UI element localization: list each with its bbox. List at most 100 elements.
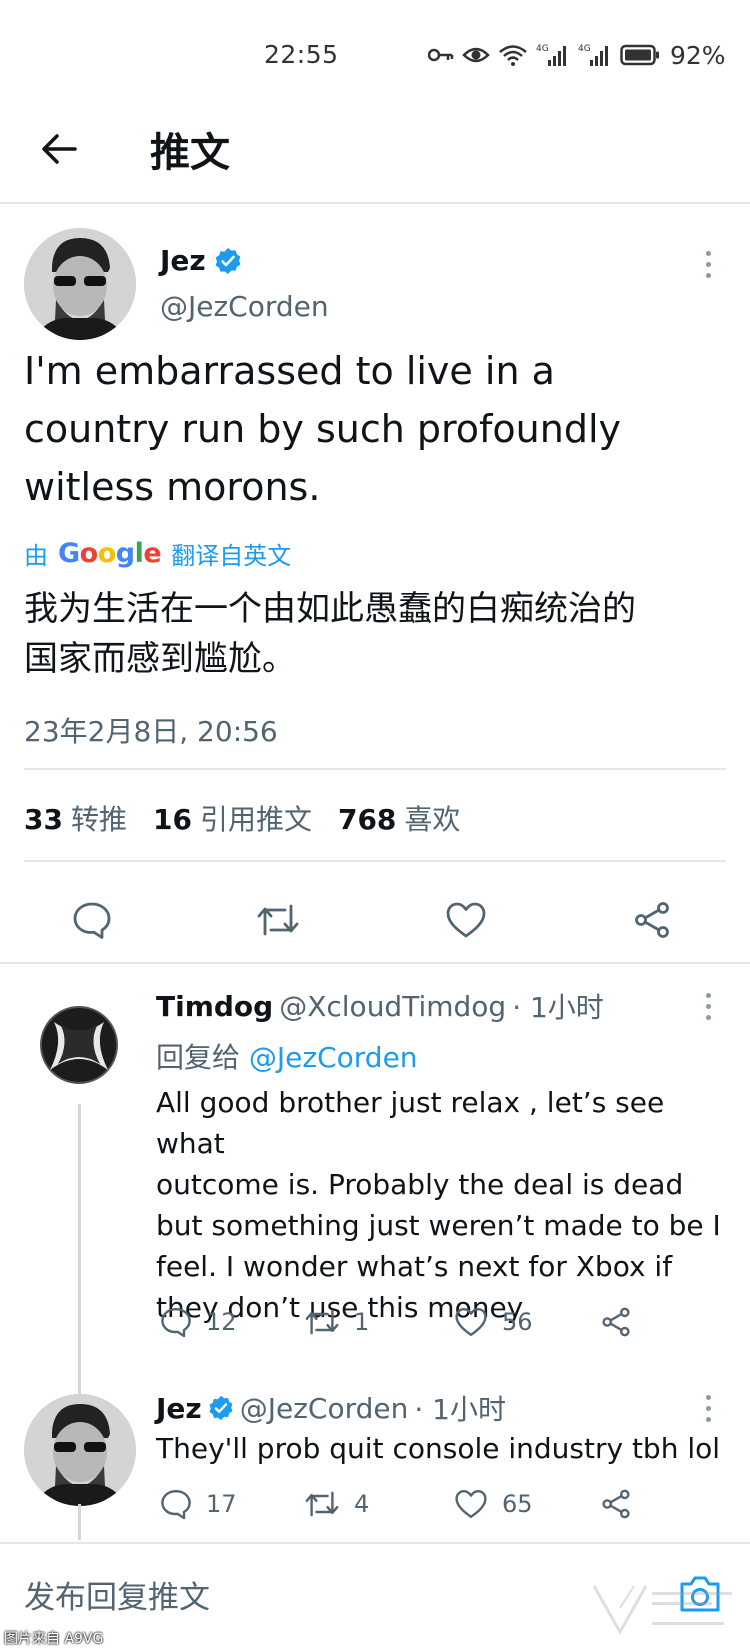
reply-input[interactable]: 发布回复推文 [24, 1572, 210, 1617]
svg-text:4G: 4G [578, 44, 591, 54]
reply-text-line: outcome is. Probably the deal is dead [156, 1168, 684, 1201]
xbox-logo-icon [40, 1006, 118, 1084]
reply-author-handle[interactable]: @XcloudTimdog [279, 990, 506, 1023]
reply-button[interactable] [70, 898, 114, 942]
retweet-count: 1 [354, 1308, 370, 1336]
thread-line [78, 1504, 81, 1540]
retweet-button[interactable]: 4 [304, 1488, 369, 1520]
reply-header: Jez @JezCorden · 1小时 [156, 1388, 506, 1428]
more-options-icon[interactable] [698, 986, 718, 1026]
google-logo: Google [58, 538, 162, 569]
reply-text-line: but something just weren’t made to be I [156, 1209, 721, 1242]
reply-count: 12 [206, 1308, 237, 1336]
heart-icon [455, 1490, 487, 1518]
app-header: 推文 [0, 100, 750, 204]
translate-prefix: 由 [24, 542, 48, 570]
divider [24, 768, 726, 770]
comment-icon [161, 1308, 191, 1338]
svg-text:4G: 4G [536, 44, 549, 54]
quotes-stat[interactable]: 16 引用推文 [153, 798, 312, 838]
eye-icon [462, 47, 490, 63]
share-button[interactable] [600, 1306, 632, 1338]
like-button[interactable]: 65 [454, 1488, 533, 1520]
more-options-icon[interactable] [698, 244, 718, 284]
tweet-text: I'm embarrassed to live in a country run… [24, 342, 724, 516]
reply-author-name[interactable]: Jez [156, 1392, 202, 1425]
signal-4g-icon: 4G [536, 44, 566, 66]
likes-label: 喜欢 [404, 803, 461, 836]
section-divider [0, 962, 750, 964]
reply-to-label: 回复给 @JezCorden [156, 1036, 418, 1076]
likes-stat[interactable]: 768 喜欢 [338, 798, 460, 838]
retweets-label: 转推 [70, 803, 127, 836]
avatar[interactable] [38, 1004, 120, 1086]
reply-header: Timdog @XcloudTimdog · 1小时 [156, 986, 604, 1026]
reply-button[interactable]: 17 [160, 1488, 237, 1520]
reply-time: · 1小时 [414, 1393, 506, 1426]
reply-count: 17 [206, 1490, 237, 1518]
avatar[interactable] [24, 1394, 136, 1506]
quotes-count: 16 [152, 803, 192, 836]
user-avatar-icon [24, 1394, 136, 1506]
status-icons: 4G 4G 92% [428, 40, 726, 70]
tweet-text-line: I'm embarrassed to live in a [24, 349, 555, 393]
more-options-icon[interactable] [698, 1388, 718, 1428]
share-icon [602, 1489, 630, 1519]
share-icon [602, 1307, 630, 1337]
reply-action-bar: 12 1 56 [156, 1306, 656, 1346]
verified-badge-icon [209, 1395, 233, 1421]
site-watermark-icon [592, 1585, 732, 1636]
translated-text: 我为生活在一个由如此愚蠢的白痴统治的 国家而感到尴尬。 [24, 584, 724, 684]
tweet-timestamp[interactable]: 23年2月8日, 20:56 [24, 710, 278, 750]
reply-author-handle[interactable]: @JezCorden [240, 1392, 409, 1425]
tweet-action-bar [0, 880, 750, 962]
heart-icon [446, 902, 486, 938]
retweet-button[interactable]: 1 [304, 1306, 369, 1338]
reply-author-name[interactable]: Timdog [156, 990, 273, 1023]
retweet-button[interactable] [256, 898, 300, 942]
reply-time: · 1小时 [512, 991, 604, 1024]
quotes-label: 引用推文 [199, 803, 312, 836]
status-bar: 22:55 4G 4G 92% [0, 0, 750, 100]
divider [24, 860, 726, 862]
retweets-stat[interactable]: 33 转推 [24, 798, 127, 838]
reply-text: All good brother just relax , let’s see … [156, 1082, 736, 1328]
retweet-icon [257, 904, 299, 936]
like-button[interactable] [444, 898, 488, 942]
reply-text-line: They'll prob quit console industry tbh l… [156, 1432, 721, 1465]
wifi-icon [499, 45, 527, 66]
author-handle[interactable]: @JezCorden [160, 290, 329, 323]
translated-line: 我为生活在一个由如此愚蠢的白痴统治的 [24, 589, 636, 629]
reply-text-line: feel. I wonder what’s next for Xbox if [156, 1250, 673, 1283]
avatar[interactable] [24, 228, 136, 340]
reply-action-bar: 17 4 65 [156, 1488, 656, 1528]
like-button[interactable]: 56 [454, 1306, 533, 1338]
retweet-icon [305, 1491, 339, 1517]
reply-text-line: All good brother just relax , let’s see … [156, 1086, 665, 1160]
page-title: 推文 [150, 130, 230, 176]
comment-icon [73, 902, 111, 939]
share-icon [635, 902, 669, 938]
like-count: 56 [502, 1308, 533, 1336]
thread-line [78, 1104, 81, 1394]
author-name-text: Jez [160, 244, 206, 277]
author-name[interactable]: Jez [160, 244, 242, 277]
tweet-text-line: country run by such profoundly [24, 407, 622, 451]
reply-text: They'll prob quit console industry tbh l… [156, 1428, 736, 1469]
verified-badge-icon [215, 247, 241, 274]
user-avatar-icon [24, 228, 136, 340]
retweets-count: 33 [24, 803, 63, 836]
likes-count: 768 [337, 803, 397, 836]
retweet-count: 4 [354, 1490, 370, 1518]
share-button[interactable] [600, 1488, 632, 1520]
share-button[interactable] [630, 898, 674, 942]
battery-percent: 92% [670, 40, 726, 70]
reply-to-handle-link[interactable]: @JezCorden [249, 1041, 418, 1074]
image-source-caption: 图片来自 A9VG [4, 1631, 104, 1647]
like-count: 65 [502, 1490, 533, 1518]
status-time: 22:55 [264, 40, 339, 69]
back-button[interactable] [34, 124, 84, 174]
reply-button[interactable]: 12 [160, 1306, 237, 1338]
heart-icon [455, 1308, 487, 1336]
arrow-left-icon [42, 134, 77, 164]
